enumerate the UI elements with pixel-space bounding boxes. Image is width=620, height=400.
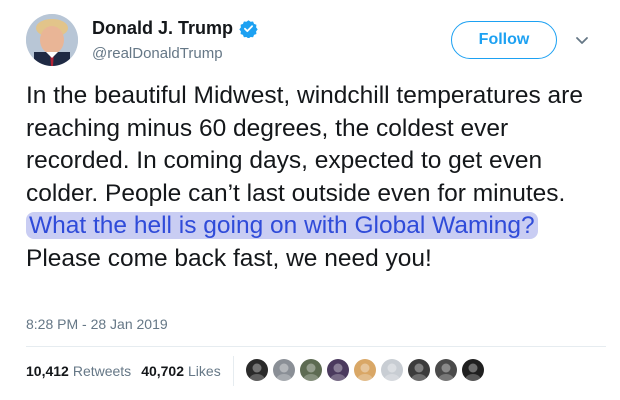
likes-label: Likes: [188, 363, 221, 379]
liker-avatar[interactable]: [406, 357, 432, 383]
liker-avatar[interactable]: [298, 357, 324, 383]
liker-avatar[interactable]: [352, 357, 378, 383]
retweets-count: 10,412: [26, 363, 69, 379]
liker-avatar[interactable]: [325, 357, 351, 383]
liker-avatar[interactable]: [271, 357, 297, 383]
author-name[interactable]: Donald J. Trump: [92, 18, 233, 39]
tweet-text-after: Please come back fast, we need you!: [26, 244, 432, 272]
tweet-stats: 10,412 Retweets 40,702 Likes: [26, 360, 221, 382]
likes-stat[interactable]: 40,702 Likes: [141, 363, 221, 379]
tweet-text-before: In the beautiful Midwest, windchill temp…: [26, 82, 583, 207]
liker-avatars: [244, 357, 487, 385]
stats-separator: [233, 356, 234, 386]
chevron-down-icon[interactable]: [574, 32, 590, 48]
author-name-row: Donald J. Trump: [92, 18, 258, 39]
retweets-label: Retweets: [72, 363, 132, 379]
liker-avatar[interactable]: [379, 357, 405, 383]
tweet-header: Donald J. Trump @realDonaldTrump Follow: [26, 14, 606, 70]
likes-count: 40,702: [141, 363, 185, 379]
divider: [26, 346, 606, 347]
liker-avatar[interactable]: [433, 357, 459, 383]
tweet-text: In the beautiful Midwest, windchill temp…: [26, 80, 606, 275]
retweets-stat[interactable]: 10,412 Retweets: [26, 363, 131, 379]
verified-badge-icon: [239, 19, 258, 39]
liker-avatar[interactable]: [244, 357, 270, 383]
tweet-timestamp[interactable]: 8:28 PM - 28 Jan 2019: [26, 316, 168, 332]
follow-button[interactable]: Follow: [451, 21, 557, 59]
liker-avatar[interactable]: [460, 357, 486, 383]
profile-avatar[interactable]: [26, 14, 78, 66]
author-handle[interactable]: @realDonaldTrump: [92, 45, 223, 62]
tweet-highlight: What the hell is going on with Global Wa…: [26, 212, 538, 239]
